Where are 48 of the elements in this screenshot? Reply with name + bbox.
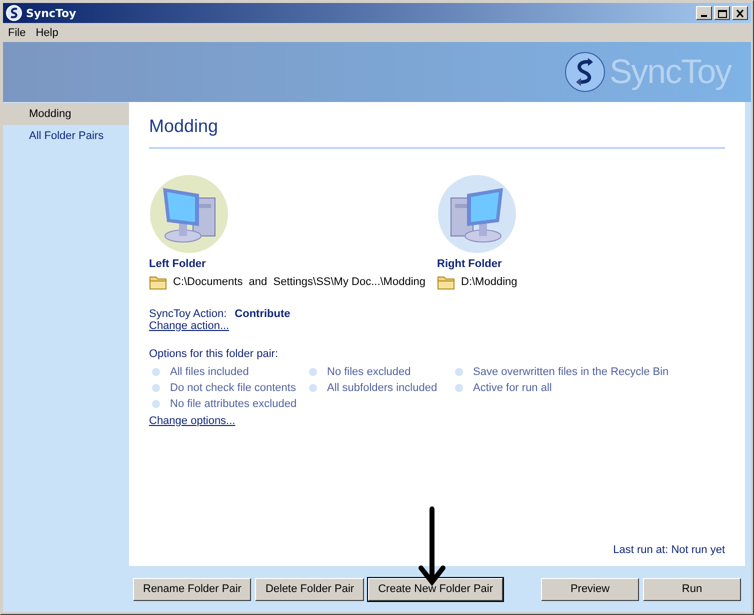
minimize-icon [701, 14, 707, 16]
option-text: No files excluded [327, 366, 411, 378]
bullet-icon [152, 384, 160, 392]
change-options-link[interactable]: Change options... [149, 415, 236, 427]
folder-label: Left Folder [149, 258, 207, 270]
options-heading: Options for this folder pair: [149, 348, 280, 360]
bullet-icon [455, 384, 463, 392]
action-button[interactable]: Preview [541, 578, 639, 600]
option-text: No file attributes excluded [170, 398, 297, 410]
option-text: Do not check file contents [170, 382, 296, 394]
minimize-button[interactable] [696, 6, 712, 20]
close-icon [735, 8, 745, 18]
folder-label: Right Folder [437, 258, 503, 270]
option-text: Active for run all [473, 382, 552, 394]
action-label: SyncToy Action: [149, 308, 227, 320]
close-button[interactable] [732, 6, 748, 20]
change-action-link[interactable]: Change action... [149, 320, 230, 332]
bullet-icon [152, 368, 160, 376]
menu-item[interactable]: File [3, 26, 31, 38]
bullet-icon [309, 384, 317, 392]
option-text: All files included [170, 366, 249, 378]
menu-item[interactable]: Help [30, 26, 64, 38]
pair-title: Modding [149, 114, 725, 149]
action-button[interactable]: Delete Folder Pair [255, 578, 364, 600]
window-title: SyncToy [26, 6, 78, 20]
computer-icon [437, 174, 517, 254]
folder-icon [149, 274, 167, 290]
action-button[interactable]: Create New Folder Pair [368, 578, 504, 600]
folder-path: C:\Documents and Settings\SS\My Doc...\Modding [173, 276, 426, 288]
action-value: Contribute [234, 308, 290, 320]
folder-icon [437, 274, 455, 290]
sidebar-item[interactable]: Modding [3, 103, 129, 125]
option-text: All subfolders included [327, 382, 438, 394]
maximize-icon [717, 8, 727, 18]
option-text: Save overwritten files in the Recycle Bin [473, 366, 669, 378]
bullet-icon [309, 368, 317, 376]
sync-icon [6, 5, 22, 21]
sidebar-item[interactable]: All Folder Pairs [3, 125, 129, 147]
action-button[interactable]: Rename Folder Pair [133, 578, 252, 600]
bullet-icon [455, 368, 463, 376]
maximize-button[interactable] [714, 6, 730, 20]
sync-logo-icon [564, 51, 606, 93]
action-button[interactable]: Run [643, 578, 741, 600]
bullet-icon [152, 400, 160, 408]
last-run-text: Last run at: Not run yet [613, 544, 725, 556]
folder-path: D:\Modding [461, 276, 518, 288]
computer-icon [149, 174, 229, 254]
logo-text: SyncToy [610, 52, 731, 92]
